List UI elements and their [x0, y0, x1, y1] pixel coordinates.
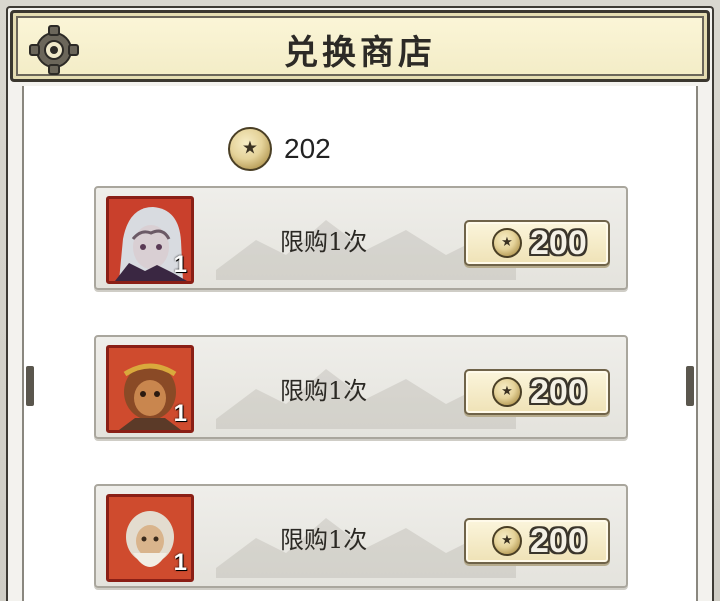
buy-button[interactable]: ★ 200	[464, 369, 610, 415]
item-quantity: 1	[173, 400, 187, 427]
price-value: 200	[530, 372, 587, 411]
panel-edge-ornament	[686, 366, 694, 406]
item-quantity: 1	[173, 251, 187, 278]
buy-button[interactable]: ★ 200	[464, 518, 610, 564]
hero-portrait[interactable]: 1	[106, 494, 194, 582]
coin-icon: ★	[492, 377, 522, 407]
shop-header: 兑换商店	[10, 10, 710, 82]
coin-icon: ★	[228, 127, 272, 171]
coin-icon: ★	[492, 228, 522, 258]
buy-button[interactable]: ★ 200	[464, 220, 610, 266]
purchase-limit-label: 限购1次	[280, 377, 368, 405]
panel-edge-ornament	[26, 366, 34, 406]
shop-item-row: 1 限购1次 ★ 200	[94, 335, 628, 439]
purchase-limit-label: 限购1次	[280, 526, 368, 554]
page-title: 兑换商店	[284, 33, 436, 73]
hero-portrait[interactable]: 1	[106, 345, 194, 433]
hero-portrait[interactable]: 1	[106, 196, 194, 284]
purchase-limit-label: 限购1次	[280, 228, 368, 256]
shop-item-row: 1 限购1次 ★ 200	[94, 484, 628, 588]
price-value: 200	[530, 223, 587, 262]
currency-balance: ★ 202	[228, 126, 331, 172]
shop-item-row: 1 限购1次 ★ 200	[94, 186, 628, 290]
coin-icon: ★	[492, 526, 522, 556]
price-value: 200	[530, 521, 587, 560]
item-quantity: 1	[173, 549, 187, 576]
balance-value: 202	[284, 133, 331, 164]
